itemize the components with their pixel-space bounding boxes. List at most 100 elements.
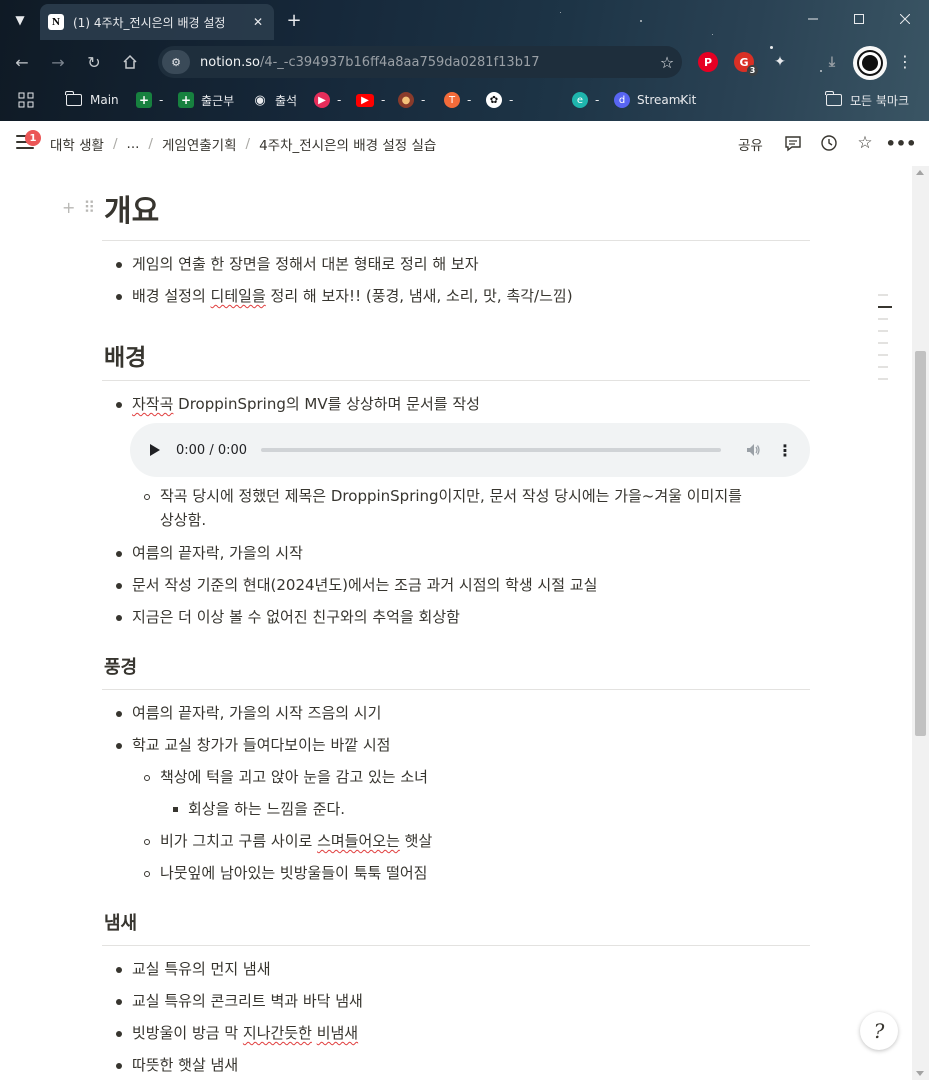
bookmark-main[interactable]: Main: [65, 89, 119, 111]
bullet-dot: [116, 966, 122, 973]
browser-chrome: ▼ N (1) 4주차_전시은의 배경 설정 ✕ + ← → ↻ ⚙ notio…: [0, 0, 929, 121]
bullet-dot: [116, 261, 122, 268]
reload-icon[interactable]: ↻: [80, 48, 108, 76]
breadcrumb-item[interactable]: ...: [127, 136, 140, 152]
bookmark-openai[interactable]: ✿ -: [486, 89, 513, 111]
bullet-dot: [116, 582, 122, 589]
close-window-icon[interactable]: [882, 0, 928, 38]
extension-icon[interactable]: G3: [734, 52, 758, 76]
bullet-dot: [116, 1062, 122, 1069]
list-item-text: 책상에 턱을 괴고 앉아 눈을 감고 있는 소녀: [160, 768, 428, 786]
bookmark-star-icon[interactable]: ☆: [652, 53, 682, 72]
comments-icon[interactable]: [782, 132, 804, 154]
favorite-star-icon[interactable]: ☆: [854, 132, 876, 154]
tab-close-icon[interactable]: ✕: [250, 15, 266, 29]
list-item-nested: 나뭇잎에 남아있는 빗방울들이 툭툭 떨어짐: [144, 861, 427, 885]
bookmark-edge[interactable]: e-: [572, 89, 599, 111]
share-button[interactable]: 공유: [738, 134, 763, 154]
add-block-icon[interactable]: +: [62, 198, 75, 217]
bullet-circle: [144, 493, 150, 500]
bookmark-sheets-1[interactable]: + -: [136, 89, 163, 111]
drag-handle-icon[interactable]: ⠿: [83, 198, 95, 217]
forward-icon[interactable]: →: [44, 48, 72, 76]
list-item: 지금은 더 이상 볼 수 없어진 친구와의 추억을 회상함: [116, 605, 460, 629]
apps-grid-icon[interactable]: [18, 89, 34, 111]
extensions-puzzle-icon[interactable]: ✦: [770, 52, 790, 72]
comments-glyph: [785, 136, 801, 152]
tab-title: (1) 4주차_전시은의 배경 설정: [73, 15, 226, 30]
bullet-icon: [114, 989, 124, 1013]
bookmark-streamkit[interactable]: d StreamKit: [614, 89, 696, 111]
spellcheck-word: 디테일을: [210, 287, 266, 305]
heading-scenery: 풍경: [104, 657, 138, 678]
active-tab[interactable]: N (1) 4주차_전시은의 배경 설정 ✕: [40, 4, 274, 40]
browser-menu-icon[interactable]: ⋮: [895, 52, 915, 71]
history-glyph: [821, 135, 837, 151]
list-item-text: 빗방울이 방금 막: [132, 1024, 243, 1042]
breadcrumb-item[interactable]: 대학 생활: [50, 134, 104, 154]
maximize-icon[interactable]: [836, 0, 882, 38]
bullet-circle: [144, 774, 150, 781]
bullet-dot: [116, 293, 122, 300]
download-icon[interactable]: ⤓: [822, 52, 842, 72]
spellcheck-word: 스며들어오는: [317, 832, 400, 850]
bookmark-attendance[interactable]: ◉ 출석: [252, 89, 297, 111]
help-button[interactable]: ?: [860, 1012, 898, 1050]
bullet-circle: [144, 870, 150, 877]
volume-icon[interactable]: [743, 440, 763, 460]
bookmark-attendance-sheet[interactable]: + 출근부: [178, 89, 234, 111]
minimize-glyph: [808, 18, 818, 20]
bullet-dot: [116, 742, 122, 749]
breadcrumb-separator: /: [245, 136, 251, 152]
scrollbar-thumb[interactable]: [915, 351, 926, 736]
list-item-nested: 작곡 당시에 정했던 제목은 DroppinSpring이지만, 문서 작성 당…: [144, 484, 742, 508]
audio-more-icon[interactable]: ⋮: [777, 441, 793, 460]
scroll-up-arrow-icon[interactable]: [916, 170, 924, 175]
site-info-icon[interactable]: ⚙: [162, 50, 190, 74]
bullet-dot: [116, 1030, 122, 1037]
sheets-icon: +: [136, 92, 152, 108]
bookmark-avatar[interactable]: ● -: [398, 89, 425, 111]
new-tab-button[interactable]: +: [282, 8, 306, 32]
tab-search-icon[interactable]: ▼: [6, 6, 34, 34]
audio-progress-track[interactable]: [261, 448, 722, 452]
bookmark-youtube[interactable]: ▶ -: [356, 89, 385, 111]
bullet-icon: [114, 605, 124, 629]
page-content: + ⠿ 개요 게임의 연출 한 장면을 정해서 대본 형태로 정리 해 보자 배…: [0, 166, 912, 1080]
back-icon[interactable]: ←: [8, 48, 36, 76]
pinterest-icon[interactable]: P: [698, 52, 718, 72]
scroll-down-arrow-icon[interactable]: [916, 1071, 924, 1076]
bullet-dot: [116, 401, 122, 408]
bookmark-media[interactable]: ▶ -: [314, 89, 341, 111]
more-options-icon[interactable]: •••: [886, 132, 917, 154]
home-icon[interactable]: [116, 48, 144, 76]
avatar-icon: ●: [398, 92, 414, 108]
breadcrumb-item[interactable]: 4주차_전시은의 배경 설정 실습: [259, 134, 436, 154]
url-host: notion.so: [200, 54, 260, 70]
address-bar[interactable]: ⚙ notion.so/4-_-c394937b16ff4a8aa759da02…: [158, 46, 682, 78]
list-item-text: 햇살: [399, 832, 433, 850]
bookmarks-bar: Main + - + 출근부 ◉ 출석 ▶ - ▶ - ● - T- ✿ - e- d Stre…: [0, 86, 929, 114]
bullet-icon: [114, 1053, 124, 1077]
scrollbar[interactable]: [912, 166, 929, 1080]
bullet-icon: [114, 957, 124, 981]
all-bookmarks[interactable]: 모든 북마크: [825, 89, 909, 111]
profile-avatar[interactable]: [853, 46, 887, 80]
toc-line: [878, 318, 888, 320]
bookmark-app[interactable]: T-: [444, 89, 471, 111]
bookmark-label: -: [595, 93, 600, 107]
breadcrumb-item[interactable]: 게임연출기획: [162, 134, 237, 154]
globe-icon: ◉: [254, 92, 266, 108]
youtube-icon: ▶: [356, 93, 374, 107]
divider: [102, 945, 810, 946]
minimize-icon[interactable]: [790, 0, 836, 38]
bullet-dot: [116, 998, 122, 1005]
history-icon[interactable]: [818, 132, 840, 154]
list-item-text: 지금은 더 이상 볼 수 없어진 친구와의 추억을 회상함: [132, 608, 460, 626]
bookmark-label: 출근부: [201, 93, 235, 108]
bullet-icon: [114, 541, 124, 565]
list-item-text: 교실 특유의 먼지 냄새: [132, 960, 271, 978]
play-icon[interactable]: [150, 444, 160, 456]
table-of-contents-indicator[interactable]: [878, 294, 892, 390]
list-item-text: 작곡 당시에 정했던 제목은 DroppinSpring이지만, 문서 작성 당…: [160, 487, 742, 505]
